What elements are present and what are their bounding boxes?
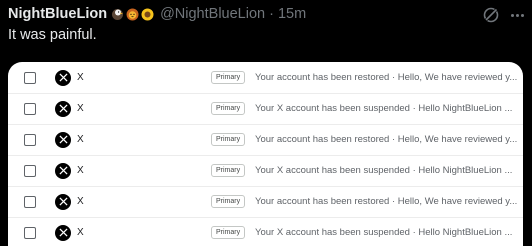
label-chip: Primary [211,226,246,239]
label-chip: Primary [211,164,246,177]
email-snippet: Your X account has been suspended · Hell… [255,227,513,238]
label-chip: Primary [211,102,246,115]
inbox-row[interactable]: X Primary Your X account has been suspen… [8,93,523,125]
row-checkbox[interactable] [24,164,36,177]
label-chip: Primary [211,195,246,208]
eagle-emoji [112,8,124,20]
x-logo-icon [55,162,71,179]
meta-separator: · [269,6,274,22]
row-checkbox[interactable] [24,195,36,208]
inbox-row[interactable]: X Primary Your account has been restored… [8,124,523,156]
post-text: It was painful. [8,27,97,43]
x-logo-icon [55,224,71,241]
x-logo-icon [55,193,71,210]
sender-name: X [77,227,84,238]
email-snippet: Your account has been restored · Hello, … [255,134,518,145]
author-handle[interactable]: @NightBlueLion [160,6,265,22]
sunflower-emoji [141,8,154,20]
row-checkbox[interactable] [24,133,36,146]
lion-emoji [126,8,139,20]
author-emojis [111,8,154,21]
sender-name: X [77,103,84,114]
email-snippet: Your account has been restored · Hello, … [255,196,518,207]
row-checkbox[interactable] [24,102,36,115]
email-snippet: Your account has been restored · Hello, … [255,72,518,83]
inbox-row[interactable]: X Primary Your X account has been suspen… [8,217,523,246]
sender-name: X [77,72,84,83]
x-logo-icon [55,100,71,117]
grok-icon[interactable] [482,6,500,24]
email-snippet: Your X account has been suspended · Hell… [255,103,513,114]
inbox-row[interactable]: X Primary Your X account has been suspen… [8,155,523,187]
inbox-row[interactable]: X Primary Your account has been restored… [8,62,523,94]
post-time[interactable]: 15m [278,6,306,22]
email-snippet: Your X account has been suspended · Hell… [255,165,513,176]
label-chip: Primary [211,71,246,84]
inbox-row[interactable]: X Primary Your account has been restored… [8,186,523,218]
x-logo-icon [55,69,71,86]
label-chip: Primary [211,133,246,146]
row-checkbox[interactable] [24,71,36,84]
sender-name: X [77,165,84,176]
sender-name: X [77,196,84,207]
more-options-icon[interactable] [508,6,526,24]
author-name[interactable]: NightBlueLion [8,6,107,22]
post-media-screenshot[interactable]: X Primary Your account has been restored… [8,62,523,246]
row-checkbox[interactable] [24,226,36,239]
sender-name: X [77,134,84,145]
post-header: NightBlueLion @NightBlueLion · 15m [8,4,524,24]
x-logo-icon [55,131,71,148]
